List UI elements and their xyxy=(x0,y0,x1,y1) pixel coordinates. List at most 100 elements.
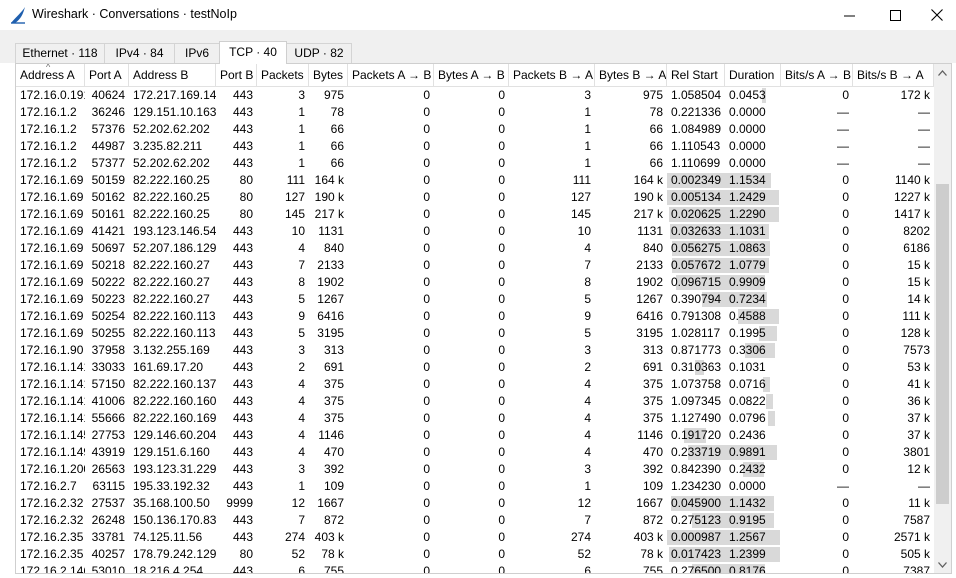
cell-bytes: 375 xyxy=(323,394,344,408)
cell-bytes-b-a: 6416 xyxy=(636,309,663,323)
cell-address-a: 172.16.2.146 xyxy=(20,564,85,574)
scroll-up-arrow-icon xyxy=(938,69,947,76)
cell-rel-start: 1.127490 xyxy=(671,411,722,425)
cell-address-b: 3.132.255.169 xyxy=(133,343,210,357)
table-row[interactable]: 172.16.1.2 57376 52.202.62.202 443 1 66 0 0 1 66 1… xyxy=(16,121,934,138)
table-row[interactable]: 172.16.1.141 33033 161.69.17.20 443 2 691 0 0 2 6… xyxy=(16,359,934,376)
tab-ethernet[interactable]: Ethernet · 118 xyxy=(15,43,105,63)
column-header-port-b[interactable]: Port B xyxy=(216,64,257,87)
table-row[interactable]: 172.16.2.32 27537 35.168.100.50 9999 12 1667 0… xyxy=(16,495,934,512)
table-row[interactable]: 172.16.2.35 40257 178.79.242.129 80 52 78 k 0 0… xyxy=(16,546,934,563)
cell-address-a: 172.16.1.141 xyxy=(20,360,85,374)
cell-bytes-b-a: 392 xyxy=(642,462,663,476)
column-header-port-a[interactable]: Port A xyxy=(85,64,129,87)
table-row[interactable]: 172.16.1.69 50218 82.222.160.27 443 7 2133 0 0 7… xyxy=(16,257,934,274)
table-row[interactable]: 172.16.1.69 50161 82.222.160.25 80 145 217 k 0… xyxy=(16,206,934,223)
tab-tcp[interactable]: TCP · 40 xyxy=(219,41,287,64)
vertical-scrollbar[interactable] xyxy=(934,64,951,573)
cell-port-b: 443 xyxy=(232,428,253,442)
cell-bits-a-b: — xyxy=(837,122,849,136)
table-row[interactable]: 172.16.0.191 40624 172.217.169.142 443 3 975 0… xyxy=(16,87,934,104)
table-row[interactable]: 172.16.1.2 44987 3.235.82.211 443 1 66 0 0 1 66 1.… xyxy=(16,138,934,155)
column-header-duration[interactable]: Duration xyxy=(725,64,781,87)
cell-packets-a-b: 0 xyxy=(423,360,430,374)
table-row[interactable]: 172.16.1.69 50697 52.207.186.129 443 4 840 0 0 4… xyxy=(16,240,934,257)
table-row[interactable]: 172.16.1.69 50222 82.222.160.27 443 8 1902 0 0 8… xyxy=(16,274,934,291)
column-header-bytes-b-a[interactable]: Bytes B → A xyxy=(595,64,667,87)
scrollbar-thumb[interactable] xyxy=(936,184,949,504)
cell-address-a: 172.16.1.149 xyxy=(20,445,85,459)
column-header-address-b[interactable]: Address B xyxy=(129,64,216,87)
column-header-packets[interactable]: Packets xyxy=(257,64,309,87)
table-row[interactable]: 172.16.2.146 53010 18.216.4.254 443 6 755 0 0 6 7… xyxy=(16,563,934,574)
table-row[interactable]: 172.16.1.2 57377 52.202.62.202 443 1 66 0 0 1 66 1… xyxy=(16,155,934,172)
cell-address-a: 172.16.1.69 xyxy=(20,224,84,238)
cell-address-a: 172.16.1.141 xyxy=(20,394,85,408)
cell-packets-a-b: 0 xyxy=(423,156,430,170)
column-header-bytes-a-b[interactable]: Bytes A → B xyxy=(434,64,509,87)
cell-address-a: 172.16.2.32 xyxy=(20,496,84,510)
tab-ipv6[interactable]: IPv6 xyxy=(174,43,220,63)
cell-address-b: 82.222.160.25 xyxy=(133,173,210,187)
table-row[interactable]: 172.16.1.2 36246 129.151.10.163 443 1 78 0 0 1 78… xyxy=(16,104,934,121)
maximize-button[interactable] xyxy=(872,0,918,30)
cell-bits-b-a: 36 k xyxy=(907,394,930,408)
table-row[interactable]: 172.16.2.7 63115 195.33.192.32 443 1 109 0 0 1 10… xyxy=(16,478,934,495)
cell-port-b: 443 xyxy=(232,309,253,323)
table-row[interactable]: 172.16.1.90 37958 3.132.255.169 443 3 313 0 0 3 3… xyxy=(16,342,934,359)
cell-port-a: 41421 xyxy=(91,224,125,238)
cell-bytes-a-b: 0 xyxy=(498,496,505,510)
cell-bytes: 375 xyxy=(323,411,344,425)
cell-port-b: 443 xyxy=(232,241,253,255)
cell-packets-b-a: 127 xyxy=(570,190,591,204)
cell-duration: 0.2432 xyxy=(729,462,766,476)
table-row[interactable]: 172.16.1.141 55666 82.222.160.169 443 4 375 0 0… xyxy=(16,410,934,427)
cell-packets-b-a: 3 xyxy=(584,462,591,476)
table-row[interactable]: 172.16.1.149 43919 129.151.6.160 443 4 470 0 0 4… xyxy=(16,444,934,461)
table-row[interactable]: 172.16.1.69 50162 82.222.160.25 80 127 190 k 0… xyxy=(16,189,934,206)
cell-rel-start: 0.221336 xyxy=(671,105,722,119)
table-row[interactable]: 172.16.1.69 41421 193.123.146.54 443 10 1131 0… xyxy=(16,223,934,240)
scroll-up-button[interactable] xyxy=(934,64,951,81)
table-row[interactable]: 172.16.1.141 41006 82.222.160.160 443 4 375 0 0… xyxy=(16,393,934,410)
cell-bytes-b-a: 755 xyxy=(642,564,663,574)
column-header-bits-a-b[interactable]: Bits/s A → B xyxy=(781,64,853,87)
column-header-rel-start[interactable]: Rel Start xyxy=(667,64,725,87)
cell-packets-a-b: 0 xyxy=(423,207,430,221)
tab-udp[interactable]: UDP · 82 xyxy=(286,43,352,63)
minimize-button[interactable] xyxy=(826,0,872,30)
close-button[interactable] xyxy=(918,0,956,30)
column-header-address-a[interactable]: Address A ^ xyxy=(16,64,85,87)
cell-address-a: 172.16.1.69 xyxy=(20,275,84,289)
table-row[interactable]: 172.16.2.32 26248 150.136.170.83 443 7 872 0 0 7… xyxy=(16,512,934,529)
cell-address-b: 74.125.11.56 xyxy=(133,530,203,544)
cell-bytes-b-a: 190 k xyxy=(633,190,663,204)
cell-address-b: 3.235.82.211 xyxy=(133,139,203,153)
cell-duration: 0.1031 xyxy=(729,360,766,374)
column-header-packets-b-a[interactable]: Packets B → A xyxy=(509,64,595,87)
cell-bytes-b-a: 109 xyxy=(642,479,663,493)
column-header-bits-b-a[interactable]: Bits/s B → A xyxy=(853,64,934,87)
scroll-down-button[interactable] xyxy=(934,556,951,573)
table-row[interactable]: 172.16.1.200 26563 193.123.31.229 443 3 392 0 0… xyxy=(16,461,934,478)
column-header-bytes[interactable]: Bytes xyxy=(309,64,348,87)
cell-rel-start: 0.096715 xyxy=(671,275,722,289)
cell-duration: 0.9909 xyxy=(729,275,766,289)
table-row[interactable]: 172.16.1.145 27753 129.146.60.204 443 4 1146 0… xyxy=(16,427,934,444)
cell-address-a: 172.16.1.145 xyxy=(20,428,85,442)
cell-packets-a-b: 0 xyxy=(423,530,430,544)
table-row[interactable]: 172.16.2.35 33781 74.125.11.56 443 274 403 k 0… xyxy=(16,529,934,546)
cell-bits-b-a: 15 k xyxy=(907,258,930,272)
table-row[interactable]: 172.16.1.69 50159 82.222.160.25 80 111 164 k 0… xyxy=(16,172,934,189)
cell-port-a: 40257 xyxy=(91,547,125,561)
cell-address-b: 82.222.160.137 xyxy=(133,377,216,391)
cell-bytes: 691 xyxy=(323,360,344,374)
column-header-packets-a-b[interactable]: Packets A → B xyxy=(348,64,434,87)
cell-rel-start: 1.097345 xyxy=(671,394,722,408)
table-row[interactable]: 172.16.1.69 50223 82.222.160.27 443 5 1267 0 0 5… xyxy=(16,291,934,308)
cell-packets-b-a: 111 xyxy=(572,173,591,187)
table-row[interactable]: 172.16.1.69 50254 82.222.160.113 443 9 6416 0 0… xyxy=(16,308,934,325)
table-row[interactable]: 172.16.1.69 50255 82.222.160.113 443 5 3195 0 0… xyxy=(16,325,934,342)
tab-ipv4[interactable]: IPv4 · 84 xyxy=(104,43,175,63)
table-row[interactable]: 172.16.1.141 57150 82.222.160.137 443 4 375 0 0… xyxy=(16,376,934,393)
